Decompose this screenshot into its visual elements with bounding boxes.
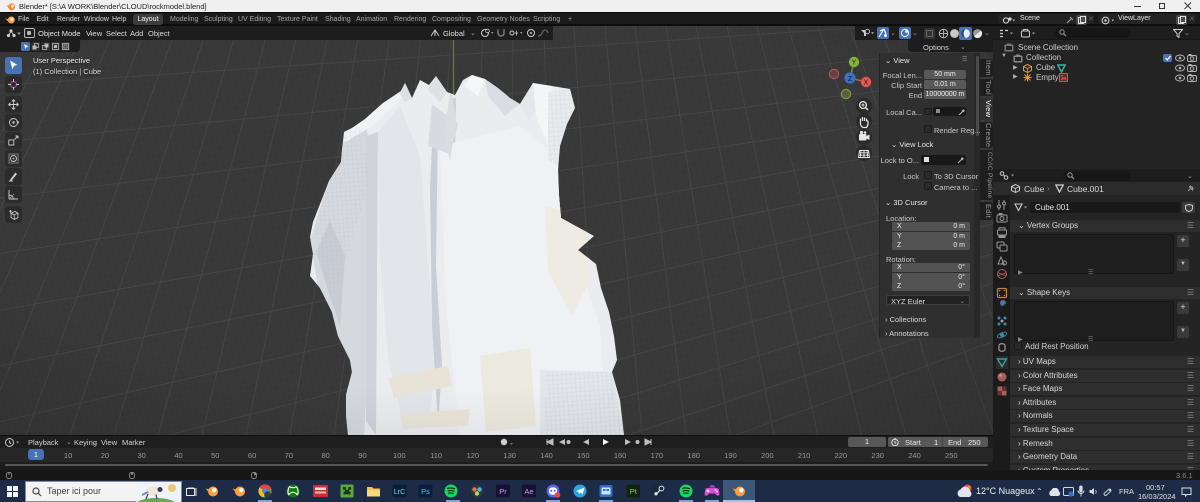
svg-text:LrC: LrC: [394, 489, 405, 496]
svg-text:Pt: Pt: [630, 487, 638, 496]
svg-text:Ae: Ae: [524, 487, 533, 496]
svg-text:Ps: Ps: [421, 487, 430, 496]
svg-text:X: X: [864, 80, 869, 87]
svg-text:Pr: Pr: [499, 487, 507, 496]
svg-text:Y: Y: [852, 60, 857, 67]
svg-text:Z: Z: [848, 76, 853, 83]
